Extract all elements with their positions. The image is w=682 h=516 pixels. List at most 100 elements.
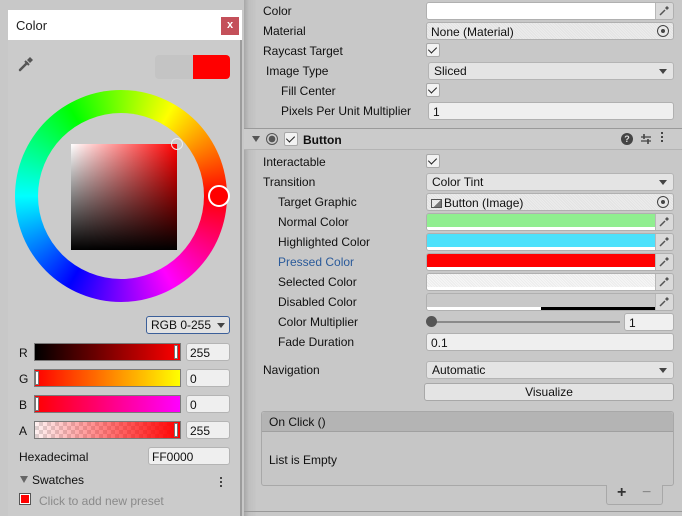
- swatches-foldout[interactable]: Swatches: [8, 471, 242, 489]
- selected-color-row: Selected Color: [244, 272, 682, 292]
- disabled-color-label: Disabled Color: [278, 295, 357, 309]
- color-swatch[interactable]: [427, 234, 655, 247]
- image-type-value: Sliced: [434, 64, 467, 78]
- image-asset-icon: [431, 199, 442, 208]
- hue-handle[interactable]: [208, 185, 230, 207]
- close-button[interactable]: x: [221, 17, 239, 35]
- fill-center-checkbox[interactable]: [426, 83, 440, 97]
- image-type-row: Image Type Sliced: [244, 61, 682, 81]
- highlighted-color-field[interactable]: [426, 233, 674, 251]
- window-title-bar[interactable]: Color x: [8, 10, 242, 40]
- remove-item-button[interactable]: −: [642, 484, 651, 502]
- object-picker-icon[interactable]: [657, 25, 669, 37]
- ppu-row: Pixels Per Unit Multiplier 1: [244, 101, 682, 121]
- add-preset-label: Click to add new preset: [39, 494, 164, 508]
- material-label: Material: [263, 24, 306, 38]
- eyedropper-button[interactable]: [655, 234, 673, 250]
- transition-row: Transition Color Tint: [244, 172, 682, 192]
- slider-thumb[interactable]: [174, 345, 178, 359]
- presets-icon[interactable]: [640, 133, 652, 148]
- button-enabled-checkbox[interactable]: [284, 132, 298, 146]
- channel-slider-g[interactable]: [34, 369, 181, 387]
- object-picker-icon[interactable]: [657, 196, 669, 208]
- image-color-field[interactable]: [426, 2, 674, 20]
- slider-thumb[interactable]: [35, 397, 39, 411]
- color-mode-dropdown[interactable]: RGB 0-255: [146, 316, 230, 334]
- more-options-icon[interactable]: [660, 132, 664, 144]
- chevron-down-icon: [659, 180, 667, 185]
- channel-input-g[interactable]: 0: [186, 369, 230, 387]
- eyedropper-button[interactable]: [655, 254, 673, 270]
- channel-input-b[interactable]: 0: [186, 395, 230, 413]
- interactable-checkbox[interactable]: [426, 154, 440, 168]
- channel-row-g: G 0: [8, 369, 242, 389]
- navigation-dropdown[interactable]: Automatic: [426, 361, 674, 379]
- foldout-arrow-icon[interactable]: [252, 136, 260, 142]
- interactable-row: Interactable: [244, 152, 682, 172]
- foldout-arrow-icon[interactable]: [20, 476, 28, 483]
- color-picker-window: Color x RGB 0-255 R 255 G 0 B 0 A 255 He…: [8, 10, 242, 516]
- disabled-color-field[interactable]: [426, 293, 674, 311]
- image-type-dropdown[interactable]: Sliced: [428, 62, 674, 80]
- raycast-checkbox[interactable]: [426, 43, 440, 57]
- selected-color-field[interactable]: [426, 273, 674, 291]
- target-graphic-field[interactable]: Button (Image): [426, 193, 674, 211]
- color-swatch[interactable]: [427, 3, 655, 16]
- interactable-label: Interactable: [263, 155, 326, 169]
- alpha-bar: [427, 16, 655, 19]
- slider-thumb[interactable]: [35, 371, 39, 385]
- target-graphic-row: Target Graphic Button (Image): [244, 192, 682, 212]
- eyedropper-button[interactable]: [655, 3, 673, 19]
- close-icon: x: [226, 19, 234, 31]
- eyedropper-icon: [659, 237, 669, 247]
- image-color-row: Color: [244, 1, 682, 21]
- add-preset-row[interactable]: Click to add new preset: [8, 492, 242, 510]
- image-type-label: Image Type: [266, 64, 329, 78]
- alpha-bar: [427, 247, 655, 250]
- saturation-value-square[interactable]: [71, 144, 177, 250]
- help-icon[interactable]: ?: [621, 133, 633, 145]
- color-swatch[interactable]: [427, 274, 655, 287]
- slider-thumb[interactable]: [174, 423, 178, 437]
- channel-input-r[interactable]: 255: [186, 343, 230, 361]
- channel-slider-b[interactable]: [34, 395, 181, 413]
- color-multiplier-input[interactable]: 1: [624, 313, 674, 331]
- preset-swatch[interactable]: [19, 493, 31, 505]
- eyedropper-button[interactable]: [18, 56, 34, 75]
- fade-duration-row: Fade Duration 0.1: [244, 332, 682, 352]
- pressed-color-field[interactable]: [426, 253, 674, 271]
- channel-slider-a[interactable]: [34, 421, 181, 439]
- channel-input-a[interactable]: 255: [186, 421, 230, 439]
- saturation-value-handle[interactable]: [171, 138, 183, 150]
- eyedropper-button[interactable]: [655, 214, 673, 230]
- more-options-icon[interactable]: [219, 477, 223, 489]
- eyedropper-button[interactable]: [655, 294, 673, 310]
- color-mode-value: RGB 0-255: [151, 318, 212, 332]
- fill-center-label: Fill Center: [281, 84, 336, 98]
- color-swatch[interactable]: [427, 214, 655, 227]
- navigation-label: Navigation: [263, 363, 320, 377]
- ppu-input[interactable]: 1: [428, 102, 674, 120]
- visualize-button[interactable]: Visualize: [424, 383, 674, 401]
- window-title: Color: [16, 18, 48, 33]
- material-field[interactable]: None (Material): [426, 22, 674, 40]
- navigation-value: Automatic: [432, 363, 486, 377]
- color-multiplier-slider-thumb[interactable]: [426, 316, 437, 327]
- normal-color-label: Normal Color: [278, 215, 349, 229]
- color-swatch[interactable]: [427, 254, 655, 267]
- normal-color-field[interactable]: [426, 213, 674, 231]
- color-multiplier-slider-track[interactable]: [434, 321, 620, 323]
- channel-slider-r[interactable]: [34, 343, 181, 361]
- hex-input[interactable]: FF0000: [148, 447, 230, 465]
- list-empty-text: List is Empty: [269, 453, 338, 467]
- on-click-header: On Click (): [262, 412, 673, 432]
- previous-color-swatch[interactable]: [155, 55, 195, 79]
- eyedropper-button[interactable]: [655, 274, 673, 290]
- transition-dropdown[interactable]: Color Tint: [426, 173, 674, 191]
- fade-duration-input[interactable]: 0.1: [426, 333, 674, 351]
- color-multiplier-row: Color Multiplier 1: [244, 312, 682, 332]
- add-item-button[interactable]: +: [617, 484, 626, 502]
- button-component-header[interactable]: Button ?: [244, 128, 682, 150]
- color-swatch[interactable]: [427, 294, 655, 307]
- swatches-label: Swatches: [32, 473, 85, 487]
